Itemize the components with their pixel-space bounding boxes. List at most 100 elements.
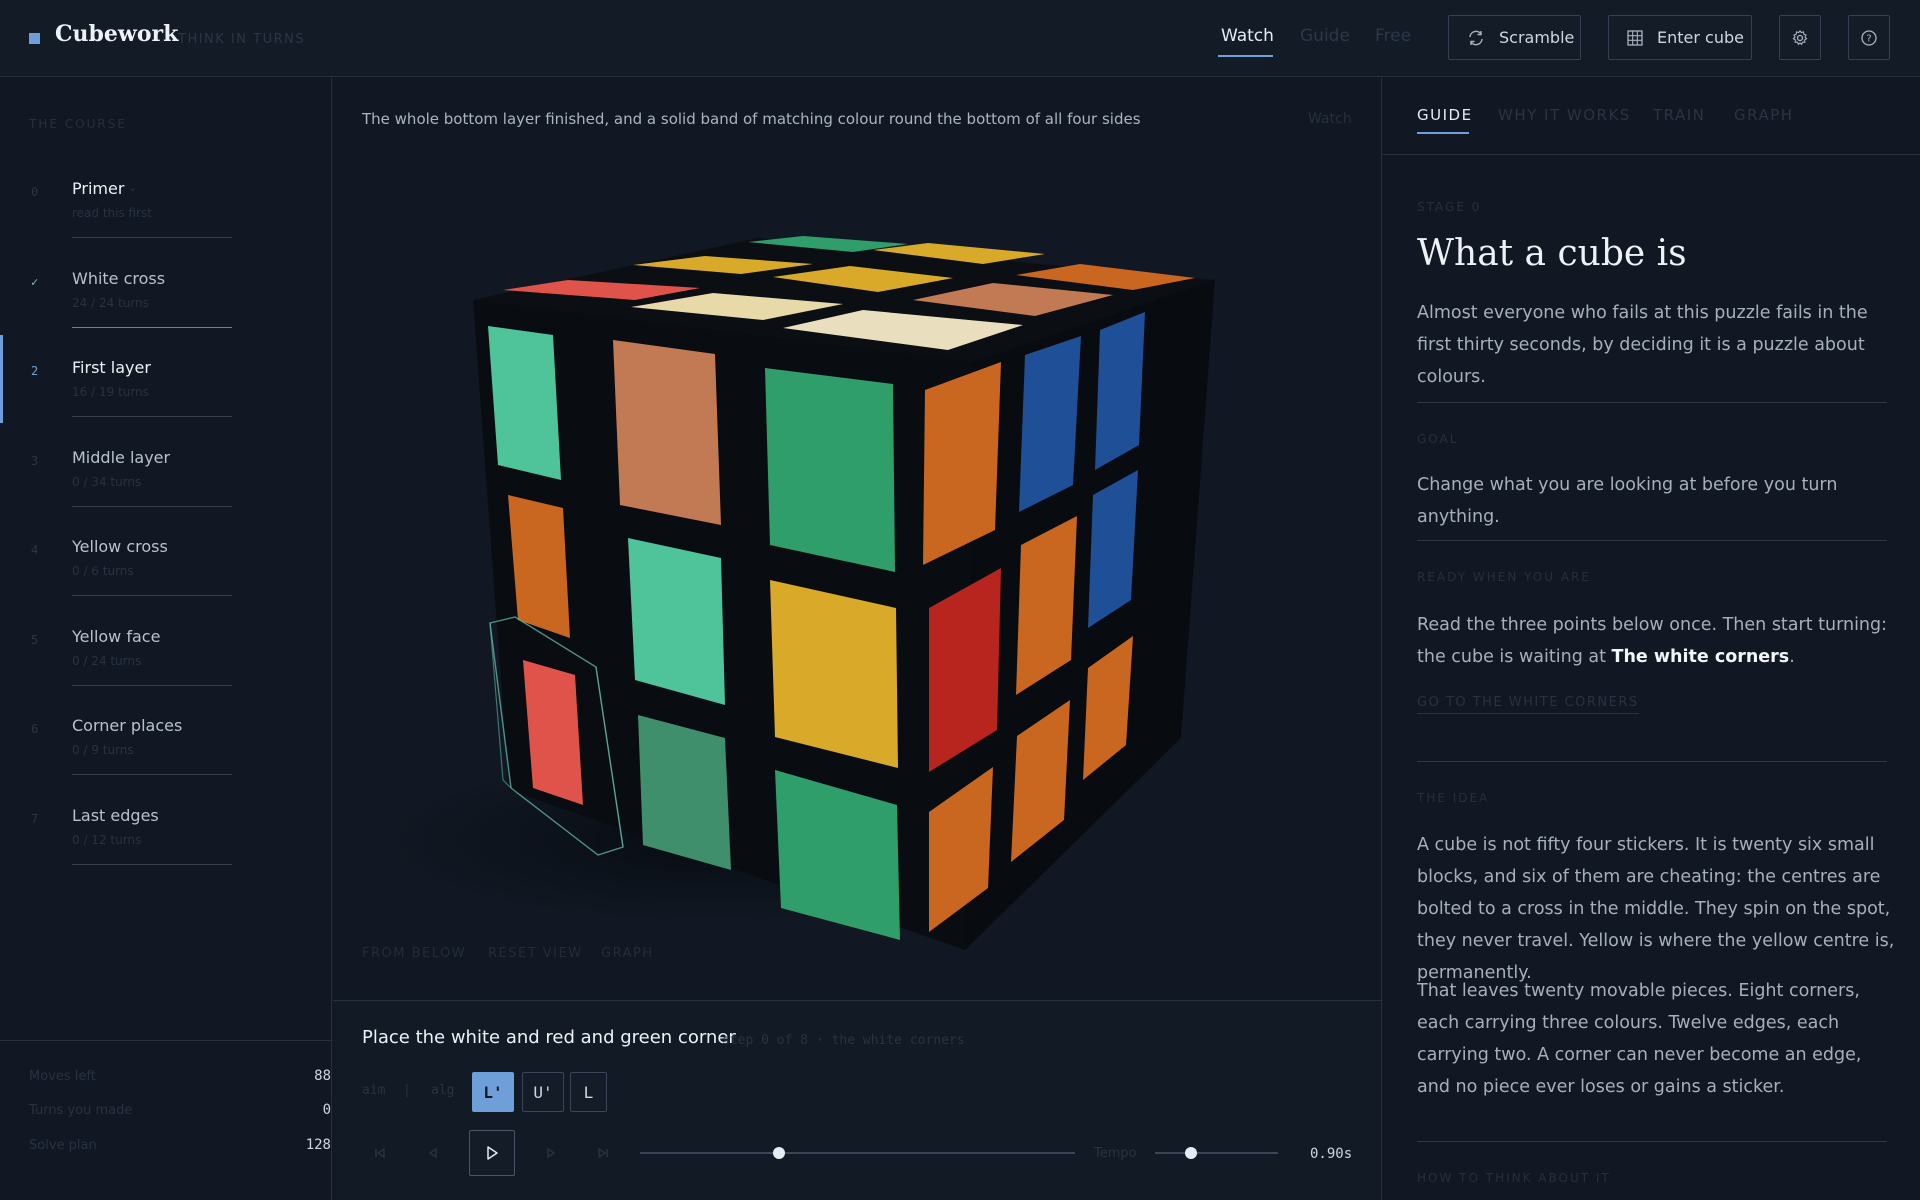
sticker-front	[770, 580, 898, 768]
step-forward-icon[interactable]	[538, 1140, 564, 1166]
mode-tab-guide[interactable]: Guide	[1300, 26, 1350, 46]
mode-tab-watch[interactable]: Watch	[1221, 26, 1274, 46]
stage-subtitle: 0 / 34 turns	[72, 475, 142, 489]
section-divider	[1417, 761, 1887, 762]
chevron-down-icon: ⌄	[128, 181, 138, 194]
tab-underline	[1417, 132, 1469, 134]
stage-title: Yellow face	[72, 627, 161, 646]
refresh-icon	[1469, 30, 1483, 45]
stage-progress-rule	[72, 506, 232, 507]
stage-title: Middle layer	[72, 448, 171, 467]
viewer-mode-label: Watch	[1308, 111, 1352, 127]
grid-icon	[1627, 29, 1643, 46]
stage-progress-rule	[72, 595, 232, 596]
aim-label: aim	[362, 1083, 386, 1098]
help-icon: ?	[1861, 29, 1877, 46]
reset-view-link[interactable]: RESET VIEW	[488, 946, 583, 961]
sticker-right	[1019, 336, 1081, 512]
stage-item-first-layer[interactable]: 2 First layer 16 / 19 turns	[0, 336, 330, 426]
stage-number: 6	[31, 722, 39, 736]
section-divider	[1417, 402, 1887, 403]
tab-why-it-works[interactable]: WHY IT WORKS	[1498, 106, 1631, 124]
sidebar-divider	[0, 1040, 331, 1041]
settings-button[interactable]	[1779, 15, 1821, 60]
check-icon: ✓	[31, 275, 39, 289]
enter-cube-button[interactable]: Enter cube	[1608, 15, 1752, 60]
stage-subtitle: 0 / 6 turns	[72, 564, 134, 578]
stage-subtitle: read this first	[72, 206, 152, 220]
stage-item-white-cross[interactable]: ✓ White cross 24 / 24 turns	[0, 247, 330, 337]
move-chip-current[interactable]: L'	[472, 1072, 514, 1112]
think-kicker: HOW TO THINK ABOUT IT	[1417, 1171, 1611, 1185]
stage-number: 2	[31, 364, 39, 378]
step-title: Place the white and red and green corner	[362, 1027, 736, 1048]
progress-track[interactable]	[640, 1152, 1075, 1154]
tempo-track[interactable]	[1155, 1152, 1278, 1154]
step-back-icon[interactable]	[420, 1140, 446, 1166]
move-chip[interactable]: L	[570, 1072, 607, 1112]
stage-number: 5	[31, 633, 39, 647]
step-meta: step 0 of 8 · the white corners	[722, 1033, 965, 1048]
section-divider	[1417, 540, 1887, 541]
stage-item-middle-layer[interactable]: 3 Middle layer 0 / 34 turns	[0, 426, 330, 516]
stage-caption: The whole bottom layer finished, and a s…	[362, 110, 1141, 128]
stat-value-turns-made: 0	[322, 1102, 331, 1118]
scramble-label: Scramble	[1499, 28, 1575, 47]
app-tagline: THINK IN TURNS	[178, 32, 306, 47]
cube-3d[interactable]	[333, 140, 1381, 960]
graph-link[interactable]: GRAPH	[601, 946, 654, 961]
scramble-button[interactable]: Scramble	[1448, 15, 1581, 60]
goal-kicker: GOAL	[1417, 432, 1459, 446]
stage-title: Last edges	[72, 806, 159, 825]
sticker-front	[765, 368, 895, 572]
course-heading: THE COURSE	[29, 117, 127, 131]
gear-icon	[1792, 29, 1808, 45]
idea-paragraph-2: That leaves twenty movable pieces. Eight…	[1417, 981, 1862, 1097]
play-button[interactable]	[469, 1130, 515, 1176]
skip-back-icon[interactable]	[367, 1140, 393, 1166]
sticker-front	[638, 715, 731, 870]
guide-title: What a cube is	[1417, 233, 1687, 274]
stage-progress-rule	[72, 774, 232, 775]
stage-subtitle: 0 / 12 turns	[72, 833, 142, 847]
stat-label-solve-plan: Solve plan	[29, 1138, 97, 1153]
stage-number: 7	[31, 812, 39, 826]
play-icon	[487, 1146, 498, 1160]
mode-tab-free[interactable]: Free	[1375, 26, 1411, 46]
stat-value-moves-left: 88	[314, 1068, 331, 1084]
sticker-front	[488, 326, 561, 480]
tempo-knob[interactable]	[1184, 1147, 1197, 1159]
stage-number: 4	[31, 543, 39, 557]
stage-kicker: STAGE 0	[1417, 200, 1482, 214]
stage-progress-rule	[72, 327, 232, 328]
tab-train[interactable]: TRAIN	[1653, 106, 1705, 124]
stat-value-solve-plan: 128	[305, 1137, 331, 1153]
ready-text-tail: .	[1789, 647, 1795, 667]
logo-icon	[29, 33, 40, 44]
stage-title: Corner places	[72, 716, 183, 735]
guide-intro: Almost everyone who fails at this puzzle…	[1417, 303, 1868, 387]
stage-item-last-edges[interactable]: 7 Last edges 0 / 12 turns	[0, 784, 330, 874]
stage-progress-rule	[72, 864, 232, 865]
stage-item-primer[interactable]: 0 Primer ⌄ read this first	[0, 157, 330, 247]
tab-guide[interactable]: GUIDE	[1417, 106, 1473, 124]
tab-divider	[1382, 154, 1920, 155]
stage-item-yellow-cross[interactable]: 4 Yellow cross 0 / 6 turns	[0, 515, 330, 605]
skip-forward-icon[interactable]	[590, 1140, 616, 1166]
sticker-front	[628, 538, 725, 705]
idea-paragraph-1: A cube is not fifty four stickers. It is…	[1417, 835, 1895, 983]
stage-item-corner-places[interactable]: 6 Corner places 0 / 9 turns	[0, 694, 330, 784]
tempo-value: 0.90s	[1310, 1146, 1353, 1162]
stage-subtitle: 16 / 19 turns	[72, 385, 149, 399]
stage-subtitle: 0 / 9 turns	[72, 743, 134, 757]
panel-divider	[1381, 78, 1382, 1200]
alg-label: alg	[431, 1083, 455, 1098]
help-button[interactable]: ?	[1848, 15, 1890, 60]
stage-item-yellow-face[interactable]: 5 Yellow face 0 / 24 turns	[0, 605, 330, 695]
go-to-white-corners-link[interactable]: GO TO THE WHITE CORNERS	[1417, 695, 1639, 714]
stage-progress-rule	[72, 416, 232, 417]
tab-graph[interactable]: GRAPH	[1734, 106, 1794, 124]
from-below-link[interactable]: FROM BELOW	[362, 946, 466, 961]
move-chip[interactable]: U'	[522, 1072, 564, 1112]
ready-text: Read the three points below once. Then s…	[1417, 609, 1897, 673]
